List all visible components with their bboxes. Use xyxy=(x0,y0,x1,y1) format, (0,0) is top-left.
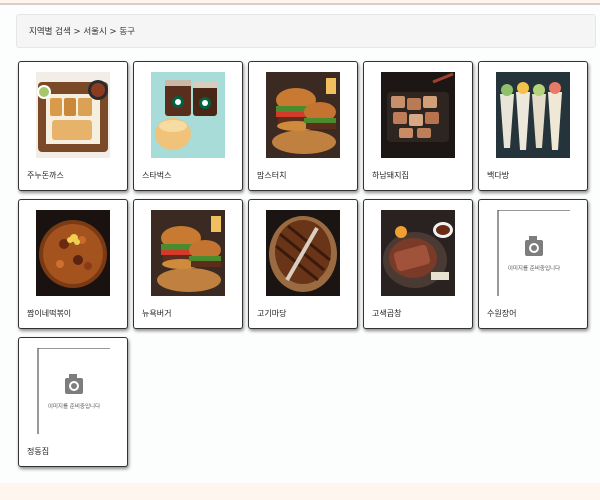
no-image-placeholder: 이미지를 준비중입니다 xyxy=(496,210,570,296)
breadcrumb-item-region-search[interactable]: 지역별 검색 xyxy=(29,27,71,37)
starbucks-coffee-cake-photo xyxy=(151,72,225,158)
restaurant-card[interactable]: 스타벅스 xyxy=(133,61,243,191)
grilled-pork-photo xyxy=(381,72,455,158)
restaurant-card[interactable]: 이미지를 준비중입니다 수원장어 xyxy=(478,199,588,329)
restaurant-card[interactable]: 짬이네떡볶이 xyxy=(18,199,128,329)
restaurant-name: 맘스터치 xyxy=(257,171,287,180)
breadcrumb-separator: > xyxy=(106,27,120,37)
breadcrumb-separator: > xyxy=(70,27,84,37)
dessert-drinks-photo xyxy=(496,72,570,158)
no-image-text: 이미지를 준비중입니다 xyxy=(48,402,100,410)
page: 지역별 검색 > 서울시 > 동구 주누돈까스 스타벅스 맘스터치 하남돼지집 … xyxy=(0,3,600,483)
steak-platter-photo xyxy=(381,210,455,296)
breadcrumb-item-district: 동구 xyxy=(119,27,135,37)
restaurant-name: 하남돼지집 xyxy=(372,171,409,180)
restaurant-name: 고기마당 xyxy=(257,309,287,318)
stir-fry-pot-photo xyxy=(36,210,110,296)
restaurant-name: 고색곱창 xyxy=(372,309,402,318)
restaurant-card[interactable]: 맘스터치 xyxy=(248,61,358,191)
restaurant-name: 짬이네떡볶이 xyxy=(27,309,72,318)
restaurant-name: 수원장어 xyxy=(487,309,517,318)
no-image-text: 이미지를 준비중입니다 xyxy=(508,264,560,272)
breadcrumb: 지역별 검색 > 서울시 > 동구 xyxy=(16,14,596,48)
burger-photo xyxy=(151,210,225,296)
no-image-placeholder: 이미지를 준비중입니다 xyxy=(36,348,110,434)
restaurant-name: 뉴욕버거 xyxy=(142,309,172,318)
restaurant-name: 정동집 xyxy=(27,447,50,456)
restaurant-card[interactable]: 고색곱창 xyxy=(363,199,473,329)
grilled-meat-photo xyxy=(266,210,340,296)
restaurant-card[interactable]: 고기마당 xyxy=(248,199,358,329)
restaurant-card[interactable]: 백다방 xyxy=(478,61,588,191)
burger-photo xyxy=(266,72,340,158)
breadcrumb-item-city[interactable]: 서울시 xyxy=(83,27,106,37)
restaurant-name: 스타벅스 xyxy=(142,171,172,180)
top-divider xyxy=(0,3,600,5)
restaurant-card[interactable]: 뉴욕버거 xyxy=(133,199,243,329)
restaurant-card[interactable]: 하남돼지집 xyxy=(363,61,473,191)
restaurant-name: 백다방 xyxy=(487,171,510,180)
restaurant-card[interactable]: 주누돈까스 xyxy=(18,61,128,191)
restaurant-card[interactable]: 이미지를 준비중입니다 정동집 xyxy=(18,337,128,467)
restaurant-name: 주누돈까스 xyxy=(27,171,64,180)
tonkatsu-food-photo xyxy=(36,72,110,158)
